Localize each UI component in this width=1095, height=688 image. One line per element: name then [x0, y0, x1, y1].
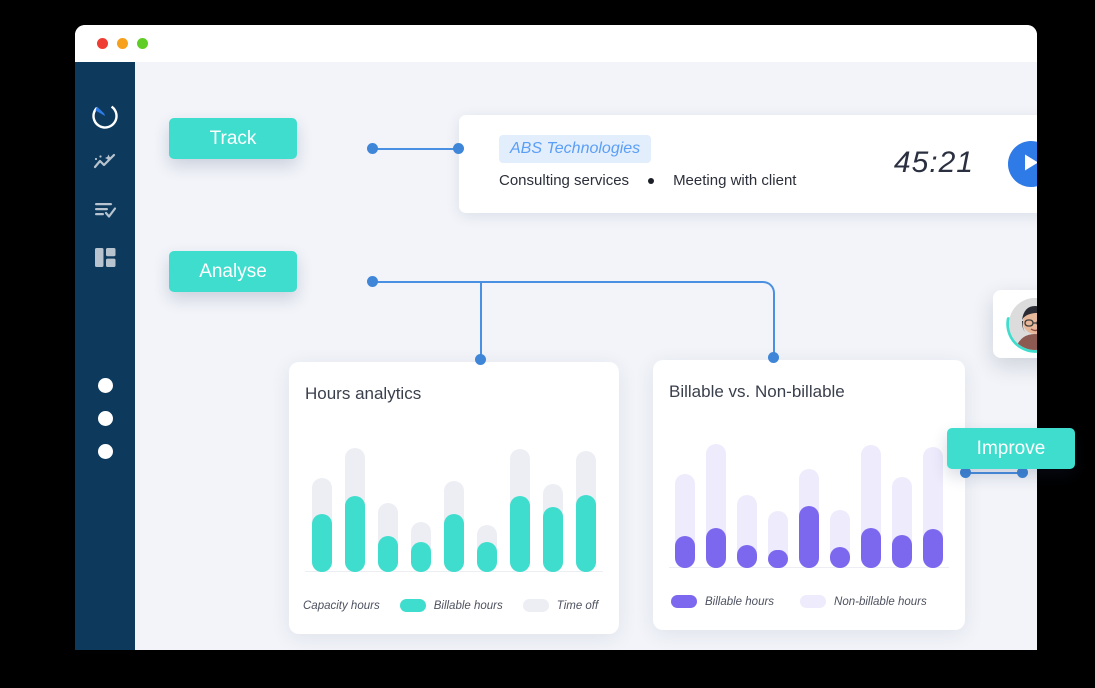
- badge-track[interactable]: Track: [169, 118, 297, 159]
- legend-swatch: [800, 595, 827, 608]
- team-avatars: [993, 290, 1037, 358]
- avatar[interactable]: [1005, 294, 1037, 354]
- dot-icon: [97, 411, 113, 426]
- connector-corner: [751, 281, 775, 305]
- connector-line: [373, 281, 763, 283]
- connector-dot: [475, 354, 486, 365]
- billable-plot: [653, 423, 965, 568]
- legend-label: Non-billable hours: [834, 595, 927, 608]
- connector-line: [373, 148, 459, 150]
- bar-billable-hours-4: [410, 542, 431, 572]
- sidebar: [75, 62, 135, 650]
- sidebar-item-tasks[interactable]: [75, 189, 135, 236]
- timer-circle-icon: [90, 101, 120, 136]
- checklist-icon: [92, 197, 118, 228]
- bar-billable-hours-3: [377, 536, 398, 572]
- legend-label: Time off: [556, 599, 599, 612]
- badge-improve[interactable]: Improve: [947, 428, 1075, 469]
- legend-swatch: [522, 599, 549, 612]
- window-titlebar[interactable]: [75, 25, 1037, 62]
- minimize-button[interactable]: [117, 38, 128, 49]
- separator-dot-icon: [648, 177, 655, 184]
- timer-display: 45:21: [893, 146, 974, 179]
- bar-billable-hours-9: [923, 529, 944, 568]
- legend-item: Non-billable hours: [800, 595, 927, 608]
- dot-icon: [97, 378, 113, 393]
- task-label[interactable]: Meeting with client: [673, 172, 796, 189]
- sidebar-dot-1[interactable]: [75, 369, 135, 402]
- legend-label: Billable hours: [433, 599, 503, 612]
- activity-chart-icon: [92, 150, 118, 181]
- bar-billable-hours-6: [477, 542, 498, 572]
- project-label[interactable]: Consulting services: [499, 172, 629, 189]
- tracker-subtitle: Consulting services Meeting with client: [499, 172, 796, 189]
- hours-analytics-legend: Capacity hours Billable hours Time off: [289, 599, 619, 612]
- bar-billable-hours-5: [444, 514, 464, 572]
- bar-billable-hours-1: [311, 514, 332, 572]
- card-title: Hours analytics: [305, 384, 422, 403]
- legend-label: Capacity hours: [303, 599, 380, 612]
- bar-billable-hours-1: [674, 536, 695, 568]
- sidebar-dot-2[interactable]: [75, 402, 135, 435]
- bar-billable-hours-7: [510, 496, 531, 572]
- bar-billable-hours-2: [344, 496, 365, 572]
- bar-billable-hours-8: [543, 507, 564, 572]
- bar-billable-hours-8: [892, 535, 913, 568]
- time-tracker-card: ABS Technologies Consulting services Mee…: [459, 115, 1037, 213]
- legend-item: Billable hours: [671, 595, 774, 608]
- connector-dot: [453, 143, 464, 154]
- billable-legend: Billable hours Non-billable hours: [653, 595, 965, 608]
- billable-vs-nonbillable-card: Billable vs. Non-billable Billable hours…: [653, 360, 965, 630]
- sidebar-item-logo-timer[interactable]: [75, 95, 135, 142]
- bar-billable-hours-4: [767, 550, 788, 568]
- traffic-lights: [97, 38, 148, 49]
- bar-billable-hours-6: [830, 547, 851, 568]
- legend-item: Time off: [522, 599, 599, 612]
- badge-analyse[interactable]: Analyse: [169, 251, 297, 292]
- legend-item: Billable hours: [399, 599, 503, 612]
- company-chip[interactable]: ABS Technologies: [499, 135, 652, 163]
- sidebar-user-dots: [75, 369, 135, 468]
- close-button[interactable]: [97, 38, 108, 49]
- legend-item: Capacity hours: [303, 600, 380, 612]
- play-icon: [1023, 153, 1037, 175]
- connector-line: [773, 302, 775, 357]
- bar-billable-hours-3: [736, 545, 757, 568]
- connector-dot: [367, 276, 378, 287]
- connector-line: [480, 281, 482, 359]
- legend-swatch: [671, 595, 697, 608]
- hours-analytics-card: Hours analytics Capacity hours Billable h…: [289, 362, 619, 634]
- sidebar-item-analytics[interactable]: [75, 142, 135, 189]
- sidebar-nav: [75, 95, 135, 283]
- bar-billable-hours-2: [705, 528, 726, 568]
- bar-billable-hours-7: [861, 528, 882, 568]
- sidebar-item-dashboard[interactable]: [75, 236, 135, 283]
- bar-billable-hours-9: [576, 495, 597, 572]
- maximize-button[interactable]: [137, 38, 148, 49]
- layout-grid-icon: [93, 245, 118, 275]
- dot-icon: [97, 444, 113, 459]
- connector-dot: [768, 352, 779, 363]
- legend-label: Billable hours: [705, 595, 775, 608]
- screenshot-stage: ABS Technologies Consulting services Mee…: [0, 0, 1095, 688]
- bar-billable-hours-5: [799, 506, 819, 568]
- legend-swatch: [399, 599, 426, 612]
- hours-analytics-plot: [289, 427, 619, 572]
- connector-dot: [367, 143, 378, 154]
- card-title: Billable vs. Non-billable: [669, 382, 845, 401]
- play-button[interactable]: [1008, 141, 1037, 187]
- sidebar-dot-3[interactable]: [75, 435, 135, 468]
